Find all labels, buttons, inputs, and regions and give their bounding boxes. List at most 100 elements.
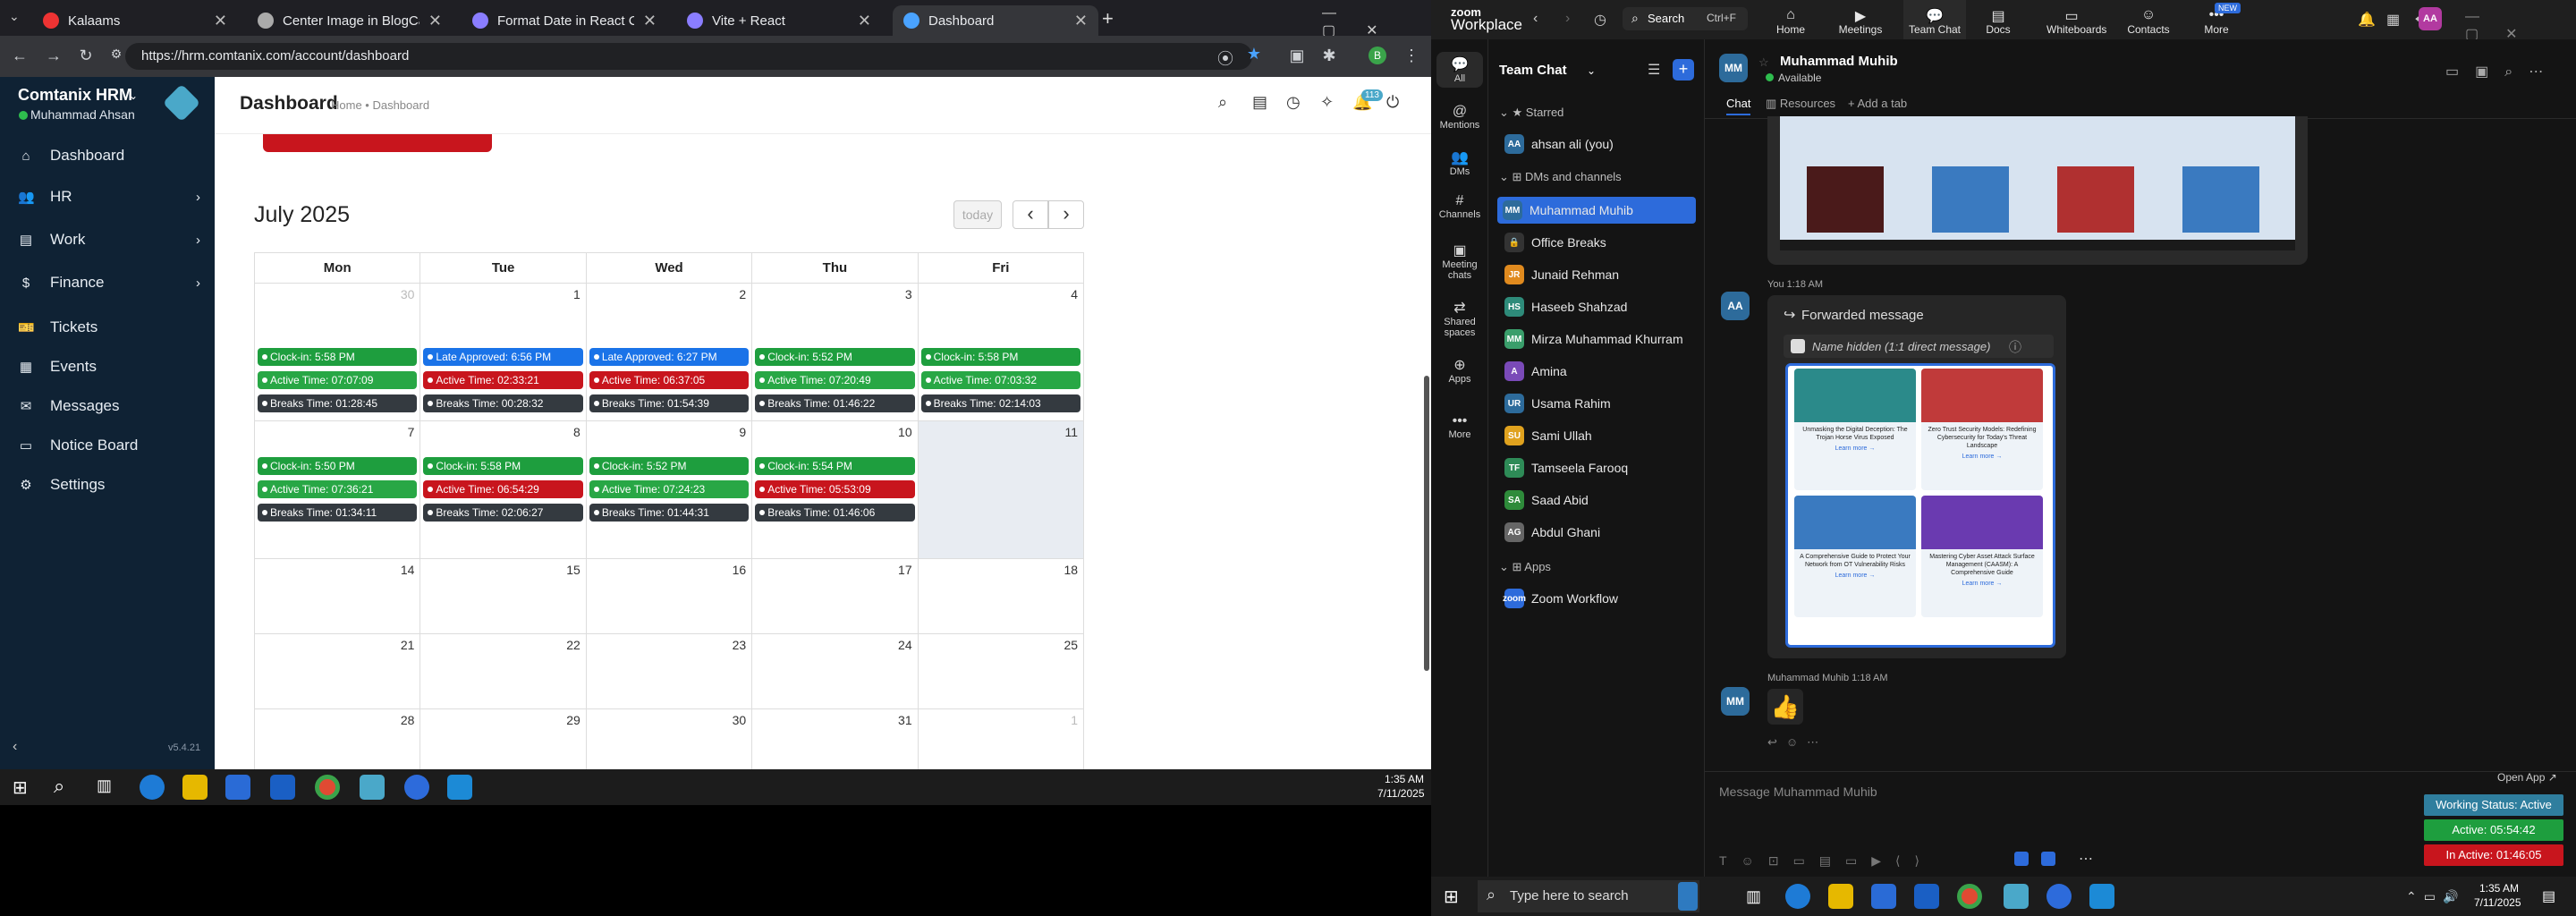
rail-dms[interactable]: 👥 DMs [1431, 148, 1488, 177]
chat-list-item[interactable]: UR Usama Rahim [1499, 390, 1694, 417]
window-controls[interactable]: —▢✕ [2465, 9, 2576, 43]
compass-icon[interactable]: ✧ [1320, 93, 1334, 112]
sidebar-item-finance[interactable]: $ Finance › [0, 265, 215, 301]
bookmark-star-icon[interactable]: ★ [1243, 45, 1265, 64]
rail-channels[interactable]: # Channels [1431, 193, 1488, 220]
rail-apps[interactable]: ⊕ Apps [1431, 356, 1488, 385]
clock-icon[interactable]: ◷ [1286, 93, 1301, 112]
calendar-day-cell[interactable]: 2 Late Approved: 6:27 PM Active Time: 06:3… [586, 284, 753, 421]
tab-close-icon[interactable]: ✕ [214, 12, 227, 30]
user-avatar[interactable]: AA [2419, 7, 2442, 30]
breadcrumb[interactable]: Home • Dashboard [331, 98, 429, 112]
zoom-meeting-icon[interactable] [2014, 852, 2029, 866]
red-banner-button[interactable] [263, 134, 492, 152]
panel-dropdown-icon[interactable]: ⌄ [1587, 64, 1596, 77]
browser-tab[interactable]: Center Image in BlogCard ✕ [247, 5, 453, 36]
file-explorer-icon[interactable] [182, 775, 208, 800]
edge-icon[interactable] [140, 775, 165, 800]
calendar-event[interactable]: Clock-in: 5:58 PM [423, 457, 583, 475]
outlook-icon[interactable] [270, 775, 295, 800]
zoom-icon[interactable] [2046, 884, 2072, 909]
chat-list-item[interactable]: zoom Zoom Workflow [1499, 585, 1694, 612]
tab-close-icon[interactable]: ✕ [858, 12, 871, 30]
calendar-event[interactable]: Breaks Time: 02:06:27 [423, 504, 583, 522]
calendar-day-cell[interactable]: 3 Clock-in: 5:52 PM Active Time: 07:20:49 B… [752, 284, 919, 421]
calendar-event[interactable]: Breaks Time: 01:34:11 [258, 504, 418, 522]
sender-avatar[interactable]: AA [1721, 292, 1750, 320]
sidebar-item-hr[interactable]: 👥 HR › [0, 179, 215, 215]
calendar-day-cell[interactable]: 7 Clock-in: 5:50 PM Active Time: 07:36:21 B… [255, 421, 421, 559]
windows-start-icon[interactable]: ⊞ [1444, 886, 1459, 908]
calendar-event[interactable]: Active Time: 07:03:32 [920, 371, 1081, 389]
chat-list-item[interactable]: TF Tamseela Farooq [1499, 454, 1694, 481]
calendar-event[interactable]: Clock-in: 5:52 PM [589, 457, 750, 475]
prev-month-button[interactable]: ‹ [1013, 200, 1048, 229]
calendar-day-cell[interactable]: 30 Clock-in: 5:58 PM Active Time: 07:07:09… [255, 284, 421, 421]
calendar-day-cell[interactable]: 1 [919, 709, 1085, 769]
messages-icon[interactable]: ▤ [1252, 93, 1267, 112]
outlook-icon[interactable] [1914, 884, 1939, 909]
calendar-day-cell[interactable]: 24 [752, 634, 919, 709]
calendar-event[interactable]: Breaks Time: 01:46:06 [755, 504, 915, 522]
sidebar-item-dashboard[interactable]: ⌂ Dashboard [0, 138, 215, 174]
calendar-day-cell[interactable]: 18 [918, 559, 1085, 634]
browser-tab[interactable]: Vite + React ✕ [676, 5, 882, 36]
calendar-event[interactable]: Active Time: 06:37:05 [589, 371, 750, 389]
zoom-nav-home[interactable]: ⌂ Home [1766, 7, 1816, 36]
brand-dropdown-icon[interactable]: ⌄ [129, 89, 138, 102]
today-button[interactable]: today [953, 200, 1002, 229]
chrome-icon[interactable] [315, 775, 340, 800]
more-icon[interactable]: ⋯ [2079, 850, 2093, 868]
calendar-event[interactable]: Breaks Time: 01:28:45 [258, 394, 418, 412]
calendar-event[interactable]: Active Time: 07:24:23 [589, 480, 750, 498]
chat-list-item[interactable]: 🔒 Office Breaks [1499, 229, 1694, 256]
calendar-event[interactable]: Clock-in: 5:50 PM [258, 457, 418, 475]
tab-close-icon[interactable]: ✕ [428, 12, 442, 30]
sidebar-item-tickets[interactable]: 🎫 Tickets [0, 310, 215, 345]
zoom-nav-meetings[interactable]: ▶ Meetings [1835, 7, 1885, 36]
chat-list-item[interactable]: JR Junaid Rehman [1499, 261, 1694, 288]
extension-icon[interactable]: ▣ [1286, 47, 1308, 65]
browser-tab[interactable]: Format Date in React Compone ✕ [462, 5, 667, 36]
edge-icon[interactable] [1785, 884, 1810, 909]
extensions-puzzle-icon[interactable]: ✱ [1318, 47, 1340, 65]
rail-more[interactable]: ••• More [1431, 413, 1488, 440]
sidebar-item-messages[interactable]: ✉ Messages [0, 388, 215, 424]
chat-avatar[interactable]: MM [1719, 54, 1748, 82]
thumbs-up-message[interactable]: 👍 [1767, 689, 1803, 725]
calendar-event[interactable]: Late Approved: 6:27 PM [589, 348, 750, 366]
taskbar-search-icon[interactable]: ⌕ [54, 775, 64, 798]
blog-card-thumbnail[interactable]: Mastering Cyber Asset Attack Surface Man… [1921, 496, 2043, 617]
tab-close-icon[interactable]: ✕ [643, 12, 657, 30]
rail-mentions[interactable]: @ Mentions [1431, 104, 1488, 131]
collapse-sidebar-icon[interactable]: ‹ [13, 739, 17, 755]
panel-title[interactable]: Team Chat [1499, 63, 1567, 78]
chat-list-item[interactable]: HS Haseeb Shahzad [1499, 293, 1694, 320]
zoom-app-icon[interactable] [2041, 852, 2055, 866]
location-icon[interactable]: ⦿ [1215, 47, 1236, 70]
blog-card-thumbnail[interactable]: Zero Trust Security Models: Redefining C… [1921, 369, 2043, 490]
window-controls[interactable]: —▢✕ [1322, 5, 1431, 39]
calendar-day-cell[interactable]: 21 [255, 634, 421, 709]
forward-icon[interactable]: › [1565, 11, 1570, 27]
calendar-event[interactable]: Clock-in: 5:54 PM [755, 457, 915, 475]
calendar-event[interactable]: Breaks Time: 01:46:22 [755, 394, 915, 412]
url-field[interactable]: https://hrm.comtanix.com/account/dashboa… [125, 43, 1252, 70]
power-icon[interactable]: ⏻ [1386, 93, 1399, 112]
calendar-event[interactable]: Clock-in: 5:58 PM [258, 348, 418, 366]
reload-icon[interactable]: ↻ [75, 47, 97, 65]
rail-meeting-chats[interactable]: ▣ Meeting chats [1431, 242, 1488, 281]
tab-chat[interactable]: Chat [1726, 97, 1751, 115]
history-icon[interactable]: ◷ [1594, 11, 1606, 29]
calendar-day-cell[interactable]: 9 Clock-in: 5:52 PM Active Time: 07:24:23 B… [586, 421, 753, 559]
browser-tab[interactable]: Kalaams ✕ [32, 5, 238, 36]
task-view-icon[interactable]: ▥ [1746, 887, 1761, 906]
chrome-icon[interactable] [1957, 884, 1982, 909]
chat-list-item[interactable]: AG Abdul Ghani [1499, 519, 1694, 546]
star-icon[interactable]: ☆ [1758, 55, 1769, 70]
calendar-event[interactable]: Active Time: 02:33:21 [423, 371, 583, 389]
store-icon[interactable] [225, 775, 250, 800]
chat-header-actions[interactable]: ▭▣⌕⋯ [2445, 63, 2559, 81]
tab-add[interactable]: + Add a tab [1848, 97, 1907, 110]
back-icon[interactable]: ‹ [1533, 11, 1538, 27]
